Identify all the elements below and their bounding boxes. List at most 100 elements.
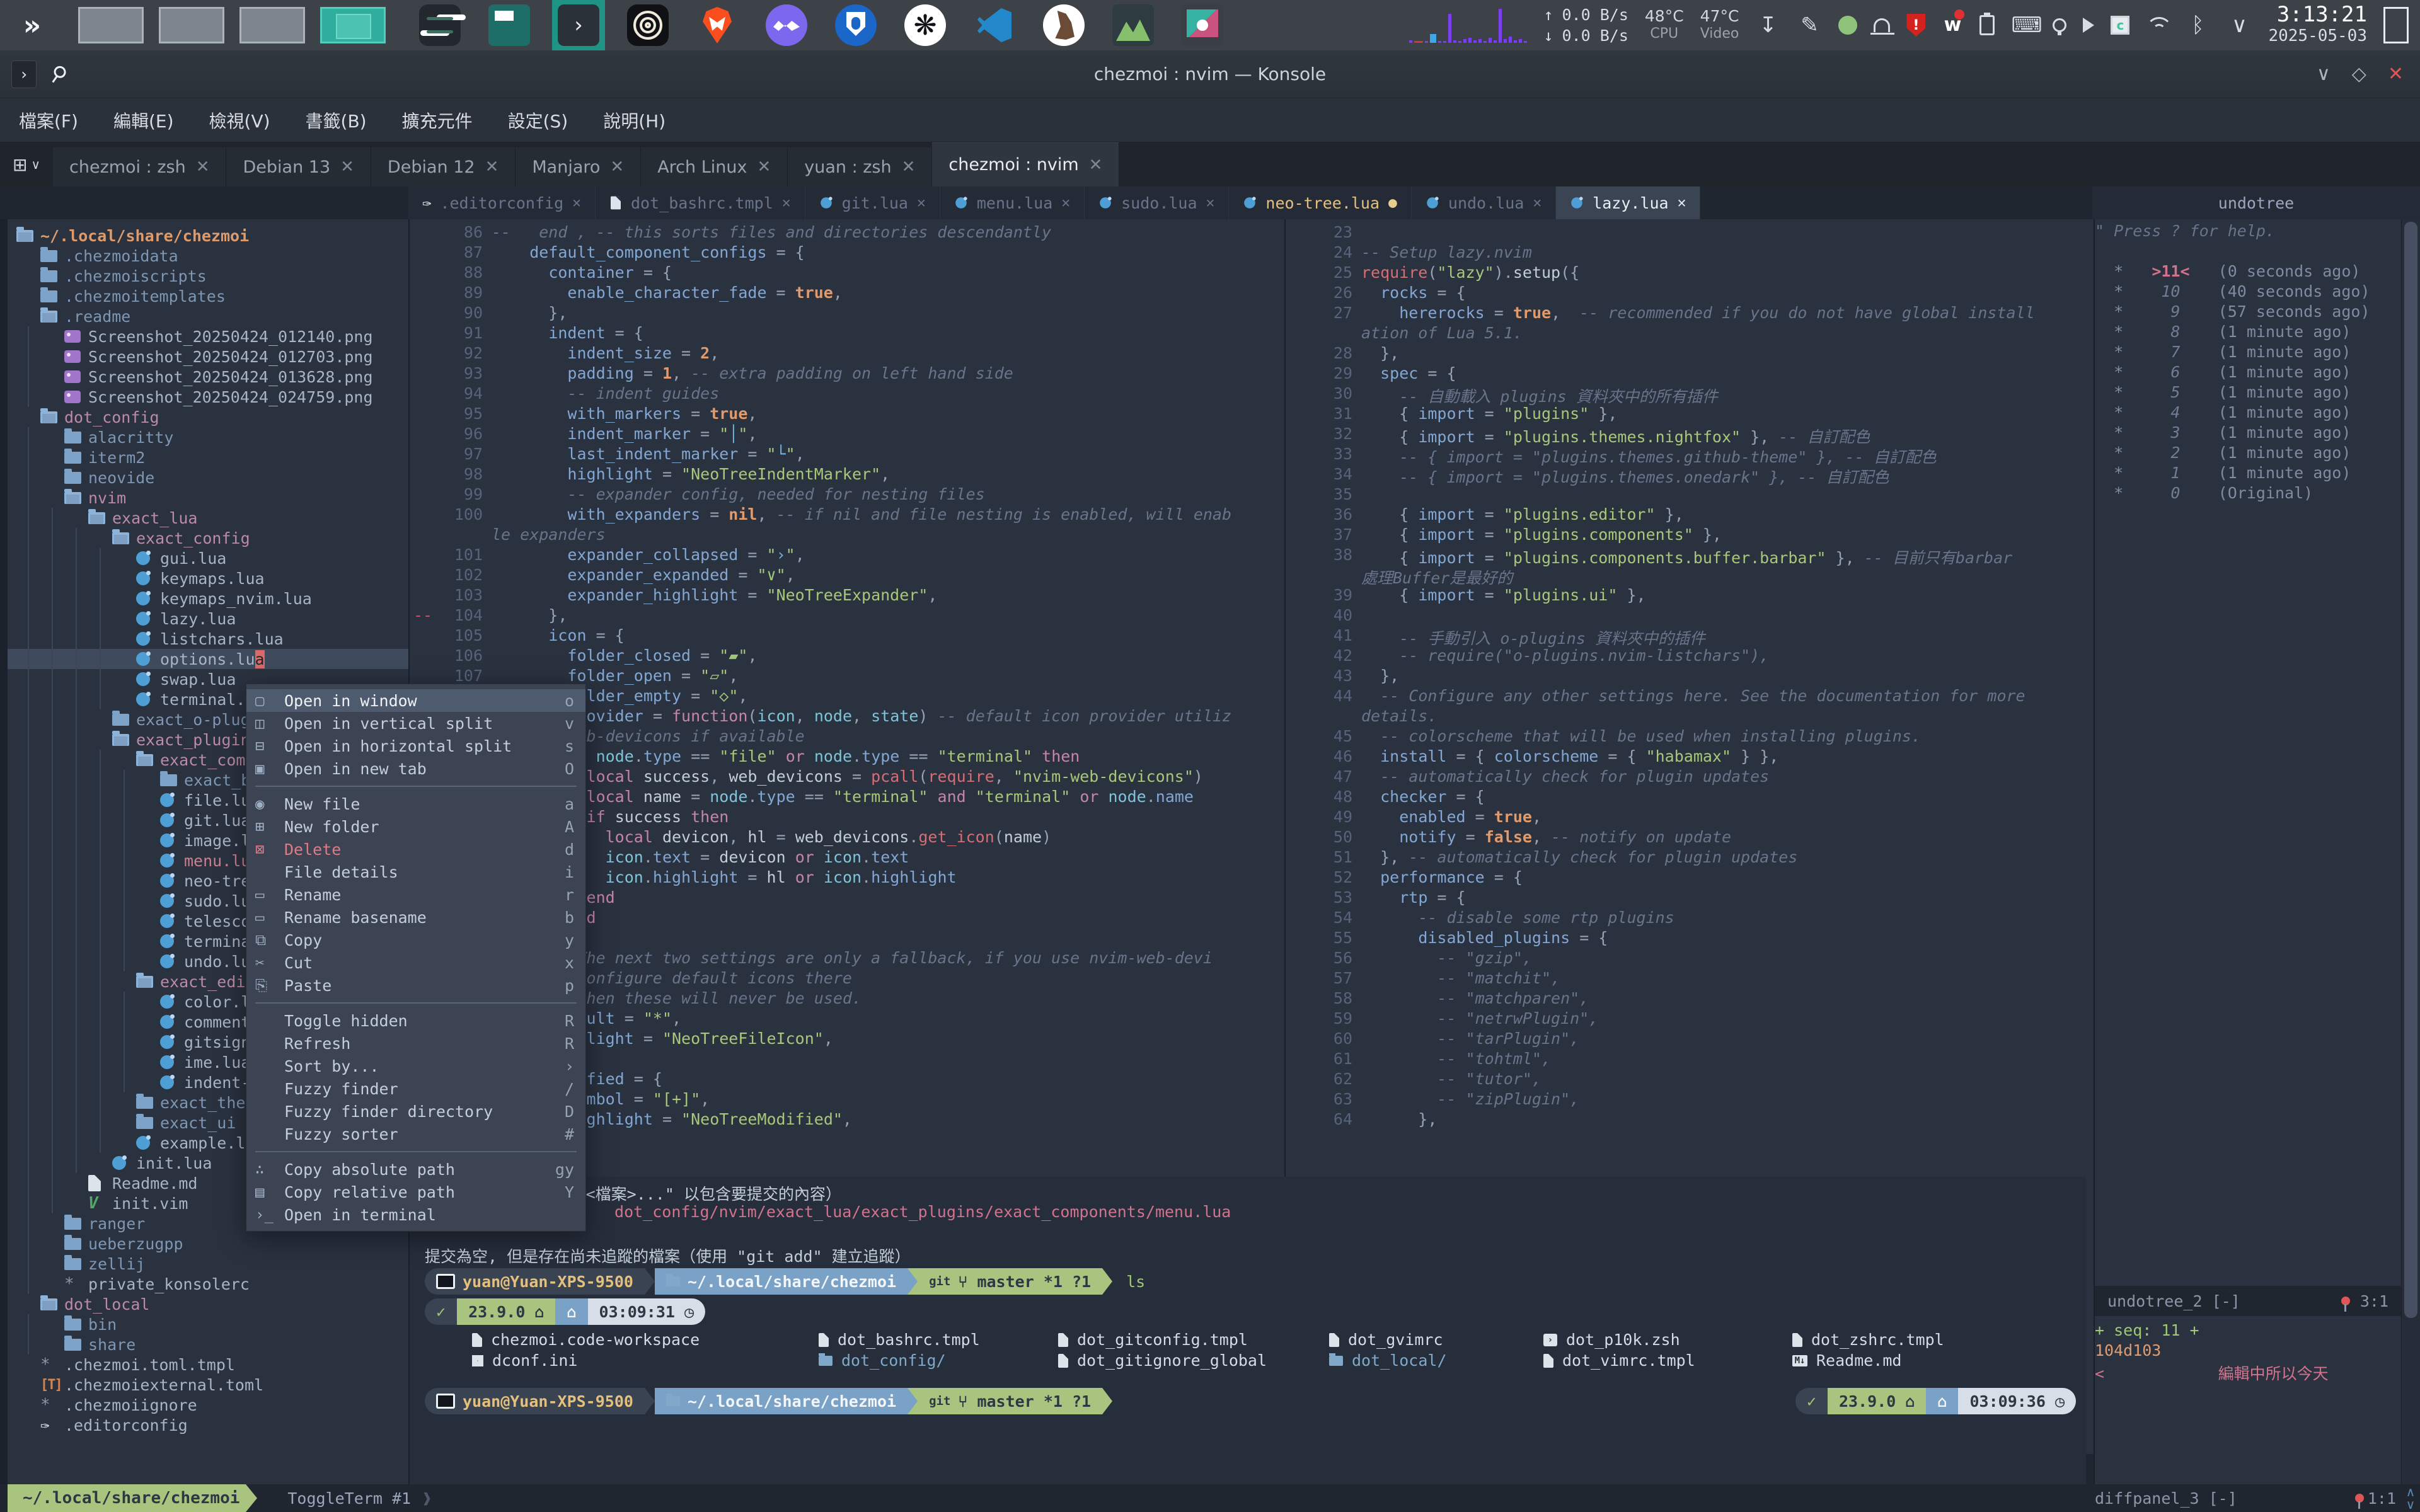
buffer-tab[interactable]: undo.lua✕ <box>1412 186 1556 219</box>
menu-item-copy-relative-path[interactable]: ▤Copy relative pathY <box>246 1181 585 1203</box>
close-buffer-icon[interactable]: ✕ <box>917 195 926 211</box>
undotree-entry[interactable]: * 3 (1 minute ago) <box>2095 423 2401 444</box>
security-shield-icon[interactable]: ! <box>1906 14 1925 37</box>
close-buffer-icon[interactable]: ✕ <box>1206 195 1215 211</box>
close-buffer-icon[interactable]: ✕ <box>1061 195 1070 211</box>
menu-item-new-file[interactable]: ◉New filea <box>246 793 585 815</box>
bluetooth-icon[interactable]: ᛒ <box>2185 13 2210 38</box>
tree-item[interactable]: lazy.lua <box>8 609 408 629</box>
buffer-tab[interactable]: git.lua✕ <box>805 186 940 219</box>
tree-item[interactable]: .readme <box>8 306 408 326</box>
konsole-tab[interactable]: Arch Linux✕ <box>641 147 788 186</box>
virtual-desktop-4[interactable] <box>320 7 386 43</box>
wifi-icon[interactable] <box>2146 17 2169 33</box>
close-buffer-icon[interactable]: ✕ <box>572 195 581 211</box>
sliders-launcher-icon[interactable] <box>413 0 466 50</box>
toggleterm-terminal[interactable]: （使用 "git add <檔案>..." 以包含要提交的內容） dot_con… <box>410 1177 2086 1484</box>
close-buffer-icon[interactable]: ✕ <box>1678 195 1686 211</box>
close-tab-icon[interactable]: ✕ <box>902 158 916 176</box>
wave-launcher-icon[interactable] <box>760 0 813 50</box>
close-tab-icon[interactable]: ✕ <box>757 158 771 176</box>
konsole-tab[interactable]: Manjaro✕ <box>516 147 641 186</box>
modified-dot-icon[interactable]: ● <box>1388 195 1397 211</box>
tree-item[interactable]: .chezmoidata <box>8 246 408 266</box>
menubar-item[interactable]: 書籤(B) <box>306 108 367 133</box>
close-tab-icon[interactable]: ✕ <box>1089 156 1103 175</box>
tree-item[interactable]: .chezmoitemplates <box>8 286 408 306</box>
status-dot-icon[interactable] <box>1838 16 1857 35</box>
tree-item[interactable]: neovide <box>8 467 408 488</box>
virtual-desktop-pager[interactable] <box>78 7 386 43</box>
tree-item[interactable]: exact_config <box>8 528 408 548</box>
tree-item[interactable]: options.lua <box>8 649 408 669</box>
tree-item[interactable]: dot_config <box>8 407 408 427</box>
menu-item-new-folder[interactable]: ⊞New folderA <box>246 815 585 838</box>
brave-launcher-icon[interactable] <box>691 0 744 50</box>
undotree-entry[interactable]: * 1 (1 minute ago) <box>2095 464 2401 484</box>
menu-item-rename-basename[interactable]: ▭Rename basenameb <box>246 906 585 929</box>
virtual-desktop-1[interactable] <box>78 7 144 43</box>
menubar-item[interactable]: 檢視(V) <box>209 108 270 133</box>
menu-item-open-in-window[interactable]: ▢Open in windowo <box>246 689 585 712</box>
menu-item-copy-absolute-path[interactable]: ∴Copy absolute pathgy <box>246 1158 585 1181</box>
undotree-entry[interactable]: * 6 (1 minute ago) <box>2095 363 2401 383</box>
menu-item-paste[interactable]: ⎘Pastep <box>246 974 585 997</box>
video-temp[interactable]: 47°CVideo <box>1700 8 1739 43</box>
tree-item[interactable]: iterm2 <box>8 447 408 467</box>
virtual-desktop-3[interactable] <box>239 7 305 43</box>
buffer-tab[interactable]: ✑.editorconfig✕ <box>408 186 596 219</box>
konsole-tab[interactable]: yuan : zsh✕ <box>788 147 932 186</box>
undotree-entry[interactable]: * 9 (57 seconds ago) <box>2095 302 2401 323</box>
tree-item[interactable]: *.chezmoi.toml.tmpl <box>8 1354 408 1375</box>
tree-item[interactable]: alacritty <box>8 427 408 447</box>
tree-item[interactable]: Screenshot_20250424_012140.png <box>8 326 408 346</box>
tree-item[interactable]: *private_konsolerc <box>8 1274 408 1294</box>
menu-item-open-in-new-tab[interactable]: ▣Open in new tabO <box>246 757 585 780</box>
files-launcher-icon[interactable] <box>483 0 536 50</box>
tree-item[interactable]: zellij <box>8 1254 408 1274</box>
close-tab-icon[interactable]: ✕ <box>340 158 354 176</box>
ime-chip-icon[interactable]: c <box>2111 16 2129 35</box>
vscode-launcher-icon[interactable] <box>968 0 1021 50</box>
wine-tray-icon[interactable]: w <box>1942 16 1963 35</box>
menu-item-rename[interactable]: ▭Renamer <box>246 883 585 906</box>
tree-item[interactable]: listchars.lua <box>8 629 408 649</box>
menu-item-fuzzy-sorter[interactable]: Fuzzy sorter# <box>246 1123 585 1145</box>
network-rates[interactable]: ↑0.0 B/s ↓0.0 B/s <box>1543 6 1628 45</box>
buffer-tab[interactable]: sudo.lua✕ <box>1085 186 1229 219</box>
konsole-tab[interactable]: Debian 13✕ <box>226 147 371 186</box>
tree-item[interactable]: keymaps.lua <box>8 568 408 588</box>
network-graph-widget[interactable] <box>1409 8 1527 43</box>
tree-item[interactable]: gui.lua <box>8 548 408 568</box>
menu-item-sort-by-[interactable]: Sort by...› <box>246 1055 585 1077</box>
close-tab-icon[interactable]: ✕ <box>485 158 499 176</box>
color-light-icon[interactable] <box>2053 18 2066 32</box>
konsole-tab[interactable]: chezmoi : nvim✕ <box>932 142 1119 186</box>
new-tab-button[interactable]: ⊞∨ <box>0 142 53 186</box>
tree-item[interactable]: Screenshot_20250424_012703.png <box>8 346 408 367</box>
menu-item-open-in-vertical-split[interactable]: ◫Open in vertical splitv <box>246 712 585 735</box>
buffer-tab[interactable]: lazy.lua✕ <box>1556 186 1700 219</box>
close-tab-icon[interactable]: ✕ <box>196 158 210 176</box>
buffer-tab[interactable]: menu.lua✕ <box>940 186 1085 219</box>
tree-item[interactable]: keymaps_nvim.lua <box>8 588 408 609</box>
undotree-entry[interactable]: * 4 (1 minute ago) <box>2095 403 2401 423</box>
scroll-arrows[interactable]: ∧∨ <box>2401 1486 2420 1511</box>
chatgpt-launcher-icon[interactable]: ❋ <box>899 0 952 50</box>
menu-item-file-details[interactable]: File detailsi <box>246 861 585 883</box>
tree-item[interactable]: dot_local <box>8 1294 408 1314</box>
close-tab-icon[interactable]: ✕ <box>610 158 624 176</box>
tree-item[interactable]: bin <box>8 1314 408 1334</box>
menu-item-open-in-horizontal-split[interactable]: ⊟Open in horizontal splits <box>246 735 585 757</box>
undotree-entry[interactable]: * 2 (1 minute ago) <box>2095 444 2401 464</box>
keyboard-icon[interactable]: ⌨ <box>2011 13 2036 38</box>
menu-item-open-in-terminal[interactable]: ›_Open in terminal <box>246 1203 585 1226</box>
menu-item-refresh[interactable]: RefreshR <box>246 1032 585 1055</box>
konsole-tab[interactable]: Debian 12✕ <box>371 147 516 186</box>
menubar-item[interactable]: 編輯(E) <box>113 108 174 133</box>
notifications-bell-icon[interactable] <box>1874 18 1890 32</box>
tray-expand-chevron-icon[interactable]: ∨ <box>2227 13 2252 38</box>
menubar-item[interactable]: 擴充元件 <box>402 108 473 133</box>
close-buffer-icon[interactable]: ✕ <box>782 195 791 211</box>
undotree-entry[interactable]: * 5 (1 minute ago) <box>2095 383 2401 403</box>
